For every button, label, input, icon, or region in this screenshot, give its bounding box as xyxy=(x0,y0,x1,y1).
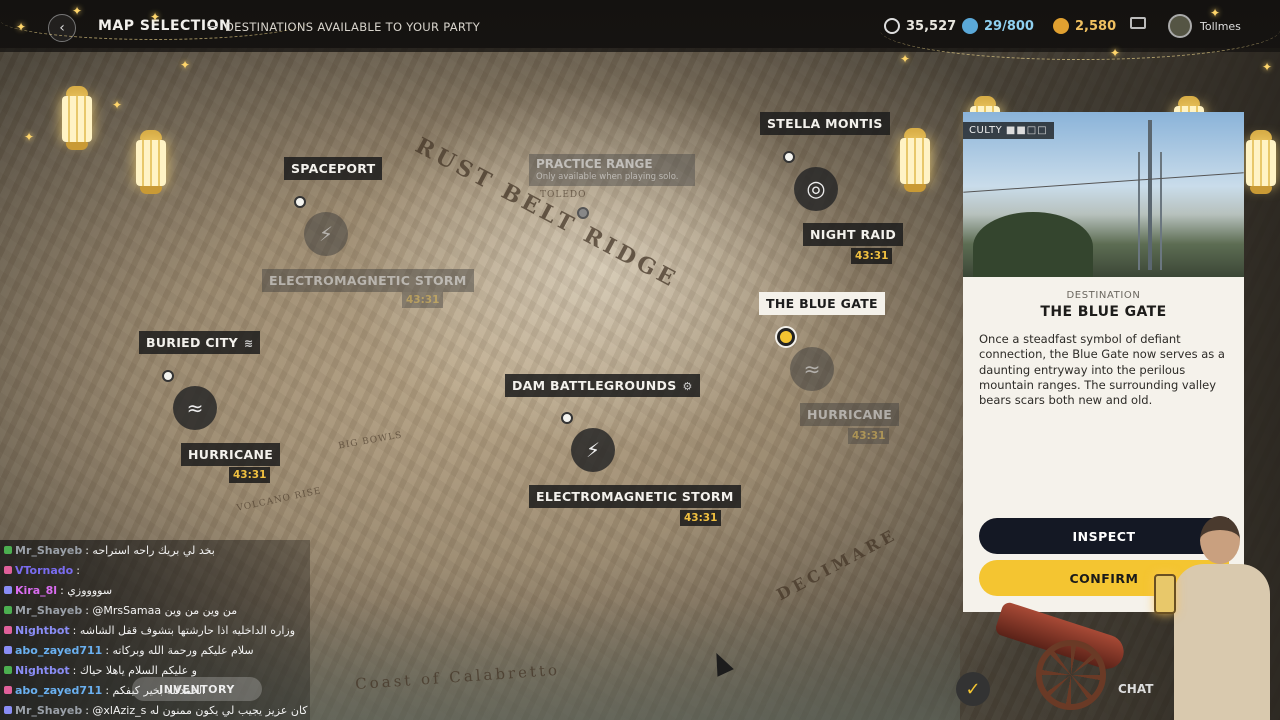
event-timer: 43:31 xyxy=(848,428,890,444)
event-timer: 43:31 xyxy=(680,510,722,526)
game-screen: RUST BELT RIDGE DECIMARE Coast of Calabr… xyxy=(0,0,1280,720)
event-timer: 43:31 xyxy=(229,467,271,483)
night-raid-icon: ◎ xyxy=(794,167,838,211)
ready-check-button[interactable]: ✓ xyxy=(956,672,990,706)
event-label-electromagnetic-storm: ELECTROMAGNETIC STORM xyxy=(262,269,474,292)
lightning-icon: ⚡ xyxy=(304,212,348,256)
event-label-hurricane: HURRICANE xyxy=(800,403,900,426)
chat-text: : و عليكم السلام ياهلا حياك xyxy=(72,663,197,677)
chat-message: Mr_Shayeb: بخد لي بريك راحه استراحه xyxy=(4,540,215,560)
settings-icon: ⚙ xyxy=(682,380,693,393)
difficulty-bars: ■■□□ xyxy=(1005,125,1048,136)
chat-message: abo_zayed711: سلام عليكم ورحمة الله وبرك… xyxy=(4,640,254,660)
chat-message: Mr_Shayeb: @xlAziz_s كان عزيز يجيب لي يك… xyxy=(4,700,308,720)
chat-text: : @MrsSamaa من وين من وين xyxy=(85,603,238,617)
event-label-night-raid: NIGHT RAID xyxy=(803,223,904,246)
location-label-dam-battlegrounds[interactable]: DAM BATTLEGROUNDS ⚙ xyxy=(505,374,700,397)
chat-username[interactable]: abo_zayed711 xyxy=(15,684,102,697)
chat-username[interactable]: Mr_Shayeb xyxy=(15,604,82,617)
location-marker-the-blue-gate[interactable] xyxy=(777,328,795,346)
chat-message: VTornado: xyxy=(4,560,80,580)
hurricane-icon: ≈ xyxy=(173,386,217,430)
difficulty-indicator: CULTY ■■□□ xyxy=(963,122,1054,139)
destination-kicker: DESTINATION xyxy=(1066,290,1141,301)
location-label-stella-montis[interactable]: STELLA MONTIS xyxy=(760,112,890,135)
location-marker-buried-city[interactable] xyxy=(162,370,174,382)
star-icon: ✦ xyxy=(180,58,191,72)
lantern-icon xyxy=(134,130,168,196)
chat-username[interactable]: Nightbot xyxy=(15,624,70,637)
chat-badge-icon xyxy=(4,606,12,614)
chat-badge-icon xyxy=(4,646,12,654)
star-icon: ✦ xyxy=(72,4,83,18)
modifier-icon: ≋ xyxy=(243,337,254,350)
chat-username[interactable]: Mr_Shayeb xyxy=(15,544,82,557)
lantern-icon xyxy=(1244,130,1278,196)
chat-badge-icon xyxy=(4,686,12,694)
event-timer: 43:31 xyxy=(402,292,444,308)
star-icon: ✦ xyxy=(1262,60,1273,74)
star-icon: ✦ xyxy=(112,98,123,112)
practice-range-title: PRACTICE RANGE xyxy=(536,157,653,171)
chat-text: : @xlAziz_s كان عزيز يجيب لي يكون ممنون … xyxy=(85,703,308,717)
lantern-icon xyxy=(60,86,94,152)
inventory-button[interactable]: INVENTORY xyxy=(132,677,262,701)
lantern-icon xyxy=(898,128,932,194)
location-label-buried-city-text: BURIED CITY xyxy=(146,335,238,350)
chat-text: : وزاره الداخليه اذا حارشتها بتشوف قفل ا… xyxy=(72,623,296,637)
chat-message: Mr_Shayeb: @MrsSamaa من وين من وين xyxy=(4,600,237,620)
chat-username[interactable]: Nightbot xyxy=(15,664,70,677)
chat-badge-icon xyxy=(4,566,12,574)
practice-range-marker[interactable] xyxy=(577,207,589,219)
location-label-the-blue-gate[interactable]: THE BLUE GATE xyxy=(759,292,885,315)
practice-range-note: Only available when playing solo. xyxy=(536,172,679,182)
location-marker-spaceport[interactable] xyxy=(294,196,306,208)
chat-message: Nightbot: وزاره الداخليه اذا حارشتها بتش… xyxy=(4,620,295,640)
chat-badge-icon xyxy=(4,706,12,714)
chat-text: : بخد لي بريك راحه استراحه xyxy=(85,543,215,557)
practice-range-card[interactable]: PRACTICE RANGE Only available when playi… xyxy=(529,154,695,186)
event-label-electromagnetic-storm: ELECTROMAGNETIC STORM xyxy=(529,485,741,508)
difficulty-label: CULTY xyxy=(969,125,1003,136)
location-marker-dam-battlegrounds[interactable] xyxy=(561,412,573,424)
event-timer: 43:31 xyxy=(851,248,893,264)
lightning-icon: ⚡ xyxy=(571,428,615,472)
chat-text: : سلام عليكم ورحمة الله وبركاته xyxy=(105,643,254,657)
chat-text: : xyxy=(76,563,80,577)
hurricane-icon: ≈ xyxy=(790,347,834,391)
star-icon: ✦ xyxy=(900,52,911,66)
star-icon: ✦ xyxy=(24,130,35,144)
checkmark-icon: ✓ xyxy=(965,678,981,700)
location-label-buried-city[interactable]: BURIED CITY ≋ xyxy=(139,331,261,354)
chat-username[interactable]: VTornado xyxy=(15,564,73,577)
chat-username[interactable]: abo_zayed711 xyxy=(15,644,102,657)
chat-button[interactable]: CHAT xyxy=(1118,682,1153,696)
character-decoration xyxy=(1154,516,1280,720)
chat-badge-icon xyxy=(4,666,12,674)
location-marker-stella-montis[interactable] xyxy=(783,151,795,163)
event-label-hurricane: HURRICANE xyxy=(181,443,281,466)
chat-badge-icon xyxy=(4,626,12,634)
star-icon: ✦ xyxy=(1210,6,1221,20)
star-icon: ✦ xyxy=(16,20,27,34)
location-label-dam-battlegrounds-text: DAM BATTLEGROUNDS xyxy=(512,378,677,393)
star-icon: ✦ xyxy=(150,10,161,24)
chat-message: Kira_8l: سووووزي xyxy=(4,580,112,600)
star-icon: ✦ xyxy=(1110,46,1121,60)
location-label-spaceport[interactable]: SPACEPORT xyxy=(284,157,383,180)
destination-name: THE BLUE GATE xyxy=(1040,304,1167,320)
terrain-label-toledo: TOLEDO xyxy=(540,190,587,200)
chat-badge-icon xyxy=(4,546,12,554)
chat-badge-icon xyxy=(4,586,12,594)
chat-text: : سووووزي xyxy=(60,583,113,597)
chat-username[interactable]: Kira_8l xyxy=(15,584,57,597)
chat-username[interactable]: Mr_Shayeb xyxy=(15,704,82,717)
destination-description: Once a steadfast symbol of defiant conne… xyxy=(979,332,1225,408)
